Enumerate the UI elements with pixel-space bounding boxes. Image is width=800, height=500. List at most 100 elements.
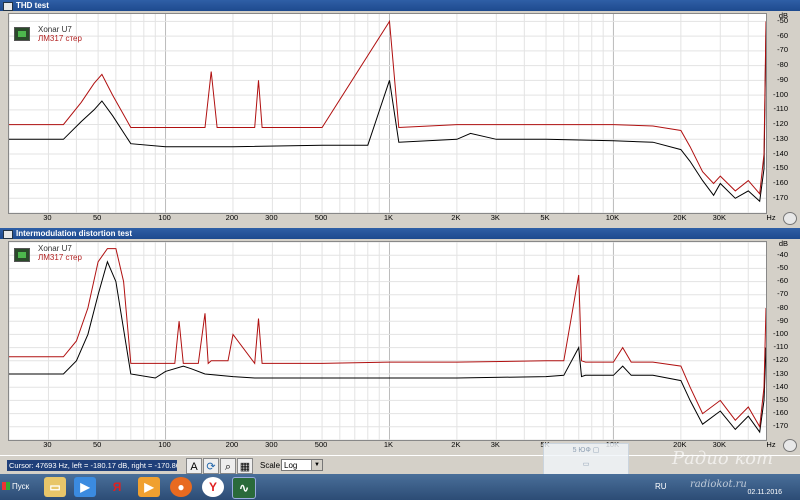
x-tick-label: 100 <box>158 213 171 222</box>
y-tick-label: -40 <box>777 249 788 259</box>
y-tick-label: -80 <box>777 60 788 70</box>
autoscale-icon[interactable]: A <box>186 458 202 474</box>
imd-y-axis: dB -40 -50 -60 -70 -80 -90 -100 -110 -120 -130 -140… <box>766 239 790 439</box>
thd-title: THD test <box>16 1 49 10</box>
analyzer-app-icon[interactable]: ∿ <box>232 477 256 499</box>
x-tick-label: 500 <box>314 213 328 222</box>
y-tick-label: -80 <box>777 302 788 312</box>
firefox-icon[interactable]: ● <box>170 477 192 497</box>
x-tick-label: 50 <box>92 213 102 222</box>
scale-value: Log <box>284 461 298 470</box>
yandex-icon[interactable]: Y <box>202 477 224 497</box>
x-tick-label: 2K <box>451 213 461 222</box>
taskbar: Пуск ▭ ▶ Я ▶ ● Y ∿ RU 02.11.2016 <box>0 474 800 500</box>
thd-zoom-icon[interactable] <box>783 212 797 225</box>
y-tick-label: -150 <box>772 163 788 173</box>
imd-zoom-icon[interactable] <box>783 439 797 452</box>
y-tick-label: -160 <box>772 178 788 188</box>
app-icon <box>3 230 13 239</box>
y-tick-label: -110 <box>773 104 788 114</box>
app-icon <box>3 2 13 11</box>
series-line-xonar <box>9 260 766 434</box>
chart-view-icon[interactable]: ▦ <box>237 458 253 474</box>
legend-item-lm317: ЛМ317 стер <box>38 34 82 43</box>
series-line-lm317 <box>9 19 766 195</box>
thd-x-axis: 30 50 100 200 300 500 1K 2K 3K 5K 10K 20K 30K Hz <box>8 212 775 224</box>
watermark-brand: Радио кот <box>672 448 774 469</box>
x-tick-label: 2K <box>451 440 461 449</box>
help-overlay: 5 ЮФ ▢ ▭ <box>543 443 629 475</box>
language-indicator[interactable]: RU <box>655 482 667 491</box>
thd-y-axis: dB -50 -60 -70 -80 -90 -100 -110 -120 -130 -140 -15… <box>766 11 790 212</box>
y-tick-label: -120 <box>772 355 788 365</box>
y-tick-label: -170 <box>772 192 788 202</box>
y-tick-label: -60 <box>777 276 788 286</box>
media-player-icon[interactable]: ▶ <box>74 477 96 497</box>
y-tick-label: -60 <box>777 30 788 40</box>
cursor-readout: Cursor: 47693 Hz, left = -180.17 dB, rig… <box>7 460 177 471</box>
zoom-tool-icon[interactable]: ⌕ <box>220 458 236 474</box>
y-tick-label: -50 <box>777 262 788 272</box>
y-tick-label: -70 <box>777 45 788 55</box>
series-line-xonar <box>9 28 766 203</box>
x-tick-label: 30 <box>43 440 52 449</box>
scale-label: Scale <box>260 461 281 470</box>
y-tick-label: -140 <box>772 148 788 158</box>
device-chip-icon <box>14 248 30 262</box>
tray-date: 02.11.2016 <box>747 489 782 496</box>
x-tick-label: 200 <box>225 213 239 222</box>
scale-select[interactable]: Log ▼ <box>281 459 323 471</box>
y-tick-label: -140 <box>772 381 788 391</box>
y-tick-label: -170 <box>772 421 788 431</box>
x-tick-label: 1K <box>383 213 394 222</box>
legend-item-xonar: Xonar U7 <box>38 244 72 253</box>
thd-plot-area[interactable] <box>8 13 767 214</box>
x-tick-label: 30K <box>712 213 726 222</box>
imd-chart <box>9 242 766 440</box>
x-tick-label: 100 <box>158 440 171 449</box>
player-icon[interactable]: ▶ <box>138 477 160 497</box>
y-tick-label: -110 <box>773 342 788 352</box>
y-tick-label: -100 <box>772 328 788 338</box>
start-button[interactable]: Пуск <box>0 477 36 497</box>
x-tick-label: 3K <box>490 213 500 222</box>
x-tick-label: 10K <box>605 213 620 222</box>
y-tick-label: -90 <box>777 315 788 325</box>
x-axis-unit: Hz <box>766 213 776 222</box>
imd-plot-area[interactable] <box>8 241 767 441</box>
x-tick-label: 500 <box>314 440 328 449</box>
y-tick-label: -130 <box>772 133 788 143</box>
x-tick-label: 50 <box>92 440 102 449</box>
y-tick-label: -50 <box>777 15 788 25</box>
imd-title-bar[interactable]: Intermodulation distortion test <box>0 228 800 239</box>
y-axis-unit: dB <box>778 239 788 248</box>
device-chip-icon <box>14 27 30 41</box>
legend-item-xonar: Xonar U7 <box>38 25 72 34</box>
x-tick-label: 200 <box>225 440 239 449</box>
imd-window: Intermodulation distortion test Xonar U7… <box>0 228 800 455</box>
imd-x-axis: 30501002003005001K2K3K5K10K20K30KHz <box>8 439 775 451</box>
imd-title: Intermodulation distortion test <box>16 229 132 238</box>
thd-title-bar[interactable]: THD test <box>0 0 800 11</box>
y-tick-label: -70 <box>777 289 788 299</box>
explorer-icon[interactable]: ▭ <box>44 477 66 497</box>
watermark-site: radiokot.ru <box>690 479 747 490</box>
y-tick-label: -160 <box>772 408 788 418</box>
x-tick-label: 1K <box>383 440 394 449</box>
y-tick-label: -100 <box>772 89 788 99</box>
thd-chart <box>9 14 766 213</box>
y-tick-label: -90 <box>777 74 788 84</box>
x-tick-label: 20K <box>673 213 687 222</box>
y-tick-label: -150 <box>772 394 788 404</box>
x-tick-label: 3K <box>490 440 500 449</box>
y-tick-label: -130 <box>772 368 788 378</box>
refresh-icon[interactable]: ⟳ <box>203 458 219 474</box>
x-tick-label: 30 <box>43 213 52 222</box>
x-tick-label: 300 <box>265 213 278 222</box>
thd-window: THD test Xonar U7 ЛМ317 стер dB -50 -60 -70… <box>0 0 800 228</box>
legend-item-lm317: ЛМ317 стер <box>38 253 82 262</box>
x-tick-label: 300 <box>265 440 278 449</box>
imd-legend: Xonar U7 ЛМ317 стер <box>38 244 82 262</box>
chevron-down-icon: ▼ <box>311 460 322 470</box>
yandex-browser-icon[interactable]: Я <box>106 477 128 497</box>
